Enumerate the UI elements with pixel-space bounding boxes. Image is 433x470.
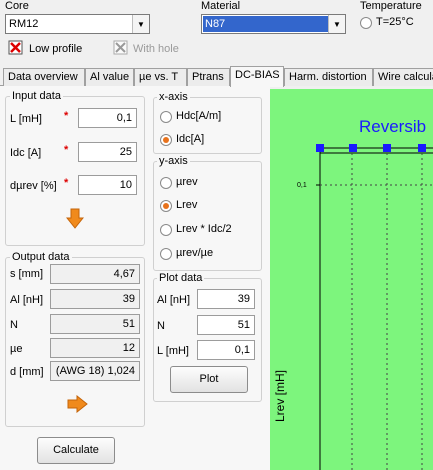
y-lrev-radio[interactable]	[160, 200, 172, 212]
plot-button[interactable]: Plot	[170, 366, 248, 393]
chevron-down-icon[interactable]: ▼	[328, 15, 345, 33]
dmu-label: dµrev [%]	[10, 180, 57, 192]
n-value: 51	[50, 314, 140, 334]
plot-data-title: Plot data	[157, 272, 205, 284]
required-mark: *	[64, 177, 69, 189]
s-value: 4,67	[50, 264, 140, 284]
tab-mue-vs-t[interactable]: µe vs. T	[134, 68, 187, 86]
input-data-title: Input data	[10, 90, 63, 102]
tab-wire-calculation[interactable]: Wire calcula	[373, 68, 433, 86]
tab-bar: Data overview Al value µe vs. T Ptrans D…	[0, 66, 433, 87]
y-lrev-idc-label: Lrev * Idc/2	[176, 223, 232, 235]
al-label: Al [nH]	[10, 294, 44, 306]
data-point	[383, 144, 391, 152]
low-profile-label: Low profile	[29, 43, 83, 55]
d-label: d [mm]	[10, 366, 44, 378]
required-mark: *	[64, 144, 69, 156]
d-value: (AWG 18) 1,024	[50, 361, 140, 381]
x-idc-radio[interactable]	[160, 134, 172, 146]
n-label: N	[10, 319, 18, 331]
plot-al-label: Al [nH]	[157, 294, 191, 306]
plot-area: Reversib 0,1 Lrev [mH]	[270, 89, 433, 470]
y-axis-label: Lrev [mH]	[273, 369, 288, 423]
y-murev-mue-label: µrev/µe	[176, 247, 214, 259]
material-label: Material	[201, 0, 241, 12]
arrow-down-icon	[66, 208, 84, 229]
data-point	[316, 144, 324, 152]
plot-n-input[interactable]: 51	[197, 315, 255, 335]
with-hole-checkbox[interactable]	[113, 40, 129, 56]
tab-al-value[interactable]: Al value	[85, 68, 134, 86]
low-profile-checkbox[interactable]	[8, 40, 24, 56]
y-axis-title: y-axis	[157, 155, 190, 167]
plot-al-input[interactable]: 39	[197, 289, 255, 309]
data-point	[418, 144, 426, 152]
plot-l-label: L [mH]	[157, 345, 189, 357]
material-value: N87	[203, 16, 328, 32]
mue-value: 12	[50, 338, 140, 358]
y-murev-radio[interactable]	[160, 177, 172, 189]
s-label: s [mm]	[10, 268, 43, 280]
x-hdc-label: Hdc[A/m]	[176, 110, 222, 122]
dmu-input[interactable]: 10	[78, 175, 137, 195]
l-label: L [mH]	[10, 113, 42, 125]
al-value: 39	[50, 289, 140, 309]
temperature-radio[interactable]	[360, 17, 372, 29]
l-input[interactable]: 0,1	[78, 108, 137, 128]
chevron-down-icon[interactable]: ▼	[132, 15, 149, 33]
x-axis-title: x-axis	[157, 91, 190, 103]
y-lrev-idc-radio[interactable]	[160, 224, 172, 236]
idc-input[interactable]: 25	[78, 142, 137, 162]
output-data-title: Output data	[10, 251, 72, 263]
tab-ptrans[interactable]: Ptrans	[187, 68, 230, 86]
core-label: Core	[5, 0, 29, 12]
x-hdc-radio[interactable]	[160, 111, 172, 123]
temperature-option-label: T=25°C	[376, 16, 414, 28]
calculate-button[interactable]: Calculate	[37, 437, 115, 464]
y-murev-label: µrev	[176, 176, 198, 188]
mue-label: µe	[10, 343, 23, 355]
tab-data-overview[interactable]: Data overview	[3, 68, 85, 86]
material-dropdown[interactable]: N87 ▼	[201, 14, 346, 34]
core-dropdown[interactable]: RM12 ▼	[5, 14, 150, 34]
x-idc-label: Idc[A]	[176, 133, 205, 145]
y-murev-mue-radio[interactable]	[160, 248, 172, 260]
chart-frame	[316, 144, 433, 470]
tab-dc-bias[interactable]: DC-BIAS	[230, 66, 284, 87]
data-point	[349, 144, 357, 152]
plot-l-input[interactable]: 0,1	[197, 340, 255, 360]
y-tick-label: 0,1	[297, 182, 307, 189]
x-axis-group	[153, 97, 262, 154]
core-value: RM12	[9, 18, 39, 30]
plot-n-label: N	[157, 320, 165, 332]
tab-harm-distortion[interactable]: Harm. distortion	[284, 68, 373, 86]
temperature-label: Temperature	[360, 0, 422, 12]
idc-label: Idc [A]	[10, 147, 42, 159]
arrow-right-icon	[67, 395, 88, 413]
y-lrev-label: Lrev	[176, 199, 198, 211]
required-mark: *	[64, 110, 69, 122]
with-hole-label: With hole	[133, 43, 179, 55]
